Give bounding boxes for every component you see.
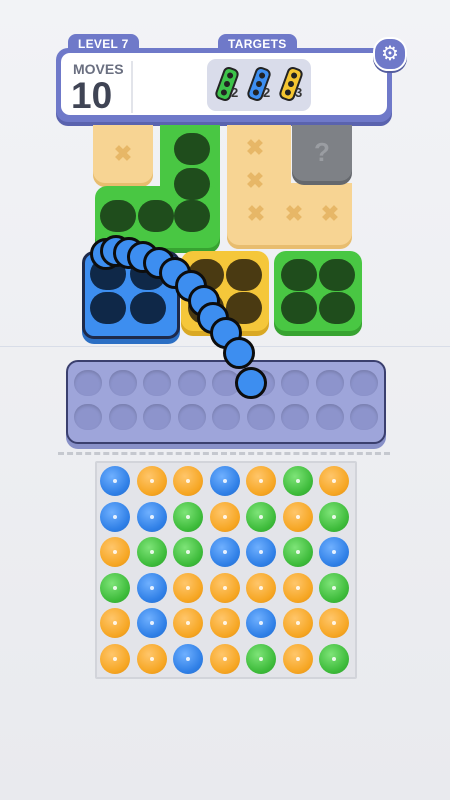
green-hole xyxy=(174,133,210,165)
tray-slot xyxy=(108,404,137,430)
empty-cell-sand: ✖ xyxy=(93,125,153,183)
snake-ball xyxy=(235,367,267,399)
tray-slot xyxy=(74,404,102,430)
blue-ball[interactable] xyxy=(319,537,349,567)
green-ball[interactable] xyxy=(136,537,167,567)
target-yellow: 3 xyxy=(277,65,307,107)
target-yellow-count: 3 xyxy=(295,85,303,100)
blue-ball[interactable] xyxy=(209,466,240,496)
orange-ball[interactable] xyxy=(173,608,203,638)
x-mark-icon: ✖ xyxy=(113,141,133,166)
blue-ball[interactable] xyxy=(100,501,130,532)
green-ball[interactable] xyxy=(173,537,203,567)
green-hole xyxy=(319,259,355,291)
locked-piece-label: ? xyxy=(314,137,330,167)
yellow-hole xyxy=(226,259,262,291)
blue-hole xyxy=(90,292,126,324)
tray-slot xyxy=(212,404,240,430)
green-ball[interactable] xyxy=(173,501,203,532)
tray-slot xyxy=(281,404,309,430)
blue-hole xyxy=(130,292,166,324)
tray-slot xyxy=(246,404,275,430)
snake-ball xyxy=(223,337,255,369)
orange-ball[interactable] xyxy=(319,608,349,638)
orange-ball[interactable] xyxy=(209,501,240,532)
orange-ball[interactable] xyxy=(209,572,240,603)
blue-ball[interactable] xyxy=(136,572,167,603)
x-mark-icon: ✖ xyxy=(320,201,340,226)
green-ball[interactable] xyxy=(246,501,276,532)
green-hole xyxy=(281,259,317,291)
blue-ball[interactable] xyxy=(246,608,276,638)
tray-slot xyxy=(350,404,378,430)
green-hole xyxy=(174,200,210,232)
panel-divider xyxy=(131,61,133,113)
orange-ball[interactable] xyxy=(100,608,130,638)
orange-ball[interactable] xyxy=(173,466,203,496)
orange-ball[interactable] xyxy=(282,572,313,603)
blue-ball[interactable] xyxy=(173,643,203,674)
green-ball[interactable] xyxy=(319,572,349,603)
orange-ball[interactable] xyxy=(209,608,240,638)
x-mark-icon: ✖ xyxy=(246,201,266,226)
orange-ball[interactable] xyxy=(209,643,240,674)
orange-ball[interactable] xyxy=(100,537,130,567)
ball-tray[interactable] xyxy=(66,360,386,444)
orange-ball[interactable] xyxy=(282,501,313,532)
tray-slot xyxy=(281,370,309,396)
green-hole xyxy=(174,168,210,200)
locked-piece[interactable]: ? xyxy=(292,125,352,181)
green-hole xyxy=(281,292,317,324)
target-green-count: 2 xyxy=(231,85,239,100)
orange-ball[interactable] xyxy=(319,466,349,496)
blue-ball[interactable] xyxy=(100,466,130,496)
grid-divider xyxy=(58,452,390,455)
x-mark-icon: ✖ xyxy=(284,201,304,226)
target-green: 2 xyxy=(213,65,243,107)
tray-slot xyxy=(143,404,171,430)
orange-ball[interactable] xyxy=(136,643,167,674)
blue-ball[interactable] xyxy=(136,608,167,638)
green-ball[interactable] xyxy=(100,572,130,603)
tray-slot xyxy=(177,404,206,430)
x-mark-icon: ✖ xyxy=(245,168,265,193)
green-hole xyxy=(319,292,355,324)
orange-ball[interactable] xyxy=(282,608,313,638)
ball-grid[interactable] xyxy=(95,461,357,679)
green-ball[interactable] xyxy=(282,537,313,567)
green-ball[interactable] xyxy=(319,501,349,532)
orange-ball[interactable] xyxy=(173,572,203,603)
x-mark-icon: ✖ xyxy=(245,135,265,160)
target-blue: 2 xyxy=(245,65,275,107)
tray-slot xyxy=(74,370,102,396)
blue-ball[interactable] xyxy=(246,537,276,567)
green-ball[interactable] xyxy=(319,643,349,674)
tray-slot xyxy=(350,370,378,396)
blue-ball[interactable] xyxy=(136,501,167,532)
orange-ball[interactable] xyxy=(100,643,130,674)
green-ball[interactable] xyxy=(282,466,313,496)
orange-ball[interactable] xyxy=(246,572,276,603)
tray-slot xyxy=(315,404,344,430)
orange-ball[interactable] xyxy=(246,466,276,496)
settings-button[interactable]: ⚙ xyxy=(373,37,407,71)
tray-slot xyxy=(143,370,171,396)
green-ball[interactable] xyxy=(246,643,276,674)
tray-slot xyxy=(315,370,344,396)
targets-box: 2 2 3 xyxy=(207,59,311,111)
header-panel: MOVES 10 2 2 3 xyxy=(56,48,392,122)
orange-ball[interactable] xyxy=(136,466,167,496)
blue-ball[interactable] xyxy=(209,537,240,567)
green-hole xyxy=(100,200,136,232)
green-hole xyxy=(138,200,174,232)
tray-slot xyxy=(108,370,137,396)
moves-value: 10 xyxy=(71,75,113,116)
header-panel-inner: MOVES 10 2 2 3 xyxy=(61,53,387,116)
gear-icon: ⚙ xyxy=(381,43,399,65)
target-blue-count: 2 xyxy=(263,85,271,100)
tray-slot xyxy=(177,370,206,396)
orange-ball[interactable] xyxy=(282,643,313,674)
